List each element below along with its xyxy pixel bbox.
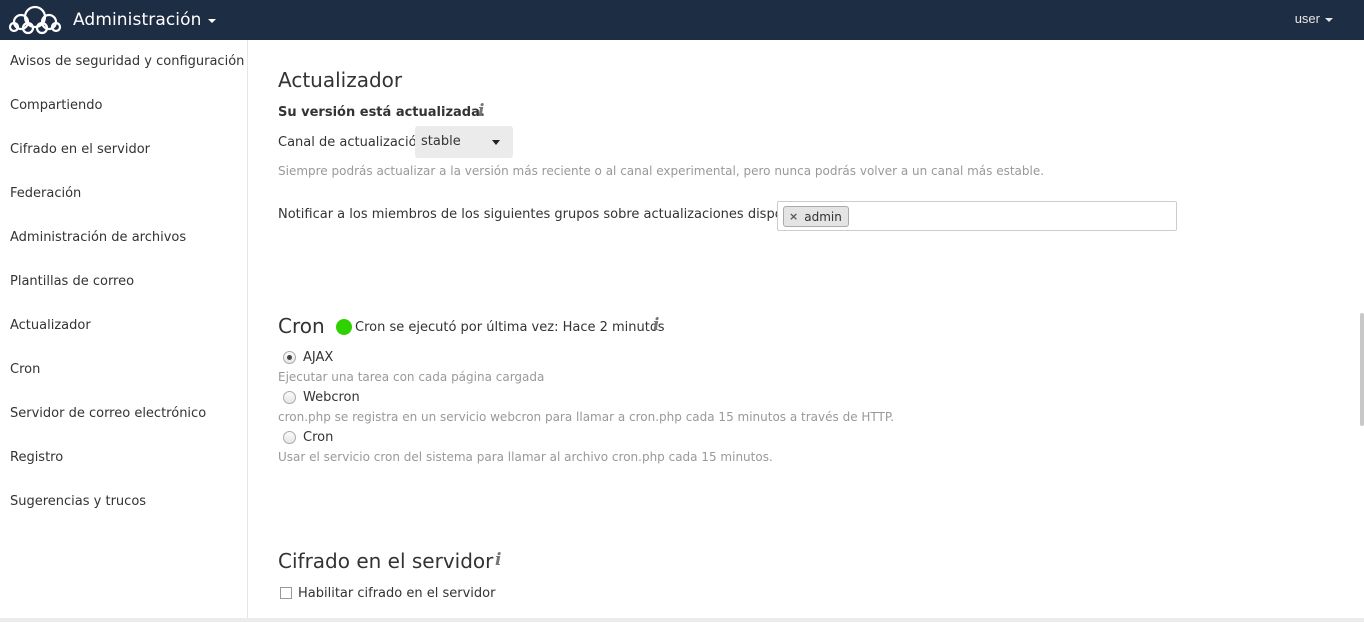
horizontal-scrollbar-track bbox=[0, 618, 1364, 622]
notify-groups-label: Notificar a los miembros de los siguient… bbox=[278, 207, 826, 222]
user-name: user bbox=[1294, 11, 1320, 26]
sidebar-item-server-encryption[interactable]: Cifrado en el servidor bbox=[0, 128, 247, 172]
sidebar-item-mail-templates[interactable]: Plantillas de correo bbox=[0, 260, 247, 304]
cron-system-label[interactable]: Cron bbox=[303, 430, 333, 445]
enable-encryption-label[interactable]: Habilitar cifrado en el servidor bbox=[298, 586, 495, 601]
caret-down-icon bbox=[492, 140, 500, 145]
chevron-down-icon bbox=[208, 19, 217, 23]
cron-section-title: Cron bbox=[278, 314, 325, 338]
update-channel-hint: Siempre podrás actualizar a la versión m… bbox=[278, 164, 1045, 178]
update-status-text: Su versión está actualizada. bbox=[278, 105, 485, 120]
sidebar-item-federation[interactable]: Federación bbox=[0, 172, 247, 216]
sidebar-item-cron[interactable]: Cron bbox=[0, 348, 247, 392]
cron-system-hint: Usar el servicio cron del sistema para l… bbox=[278, 450, 773, 464]
update-channel-label: Canal de actualización: bbox=[278, 135, 430, 150]
sidebar-item-file-handling[interactable]: Administración de archivos bbox=[0, 216, 247, 260]
sidebar-item-mail-server[interactable]: Servidor de correo electrónico bbox=[0, 392, 247, 436]
enable-encryption-checkbox[interactable] bbox=[280, 587, 292, 599]
chevron-down-icon bbox=[1325, 17, 1333, 22]
updater-section-title: Actualizador bbox=[278, 68, 403, 92]
cron-webcron-hint: cron.php se registra en un servicio webc… bbox=[278, 410, 895, 424]
cron-webcron-label[interactable]: Webcron bbox=[303, 390, 360, 405]
update-channel-value: stable bbox=[421, 134, 461, 149]
app-title: Administración bbox=[73, 10, 202, 30]
cron-webcron-radio[interactable] bbox=[283, 391, 296, 404]
cron-ajax-radio[interactable] bbox=[283, 351, 296, 364]
info-icon[interactable]: i bbox=[495, 550, 501, 570]
group-tag-label: admin bbox=[804, 209, 842, 224]
owncloud-cloud-logo-icon[interactable] bbox=[8, 3, 62, 35]
remove-tag-icon[interactable]: × bbox=[789, 210, 798, 223]
notify-groups-input[interactable]: × admin bbox=[777, 201, 1177, 231]
group-tag-admin: × admin bbox=[783, 206, 849, 227]
info-icon[interactable]: i bbox=[478, 101, 484, 121]
vertical-scrollbar[interactable] bbox=[1360, 313, 1364, 426]
sidebar-item-log[interactable]: Registro bbox=[0, 436, 247, 480]
info-icon[interactable]: i bbox=[653, 315, 659, 335]
settings-content: Actualizador Su versión está actualizada… bbox=[248, 40, 1364, 618]
cron-last-run-text: Cron se ejecutó por última vez: Hace 2 m… bbox=[355, 320, 665, 335]
sidebar-item-tips-tricks[interactable]: Sugerencias y trucos bbox=[0, 480, 247, 524]
top-bar: Administración user bbox=[0, 0, 1364, 40]
cron-ajax-label[interactable]: AJAX bbox=[303, 350, 333, 365]
sidebar-item-security-warnings[interactable]: Avisos de seguridad y configuración bbox=[0, 40, 247, 84]
sidebar-item-updater[interactable]: Actualizador bbox=[0, 304, 247, 348]
app-menu-toggle[interactable]: Administración bbox=[73, 9, 217, 31]
cron-ajax-hint: Ejecutar una tarea con cada página carga… bbox=[278, 370, 545, 384]
user-menu[interactable]: user bbox=[1295, 11, 1333, 26]
sidebar-item-sharing[interactable]: Compartiendo bbox=[0, 84, 247, 128]
admin-sidebar: Avisos de seguridad y configuración Comp… bbox=[0, 40, 248, 618]
encryption-section-title: Cifrado en el servidor bbox=[278, 549, 494, 573]
cron-system-radio[interactable] bbox=[283, 431, 296, 444]
update-channel-select[interactable]: stable bbox=[415, 126, 513, 158]
cron-status-indicator bbox=[336, 319, 352, 335]
